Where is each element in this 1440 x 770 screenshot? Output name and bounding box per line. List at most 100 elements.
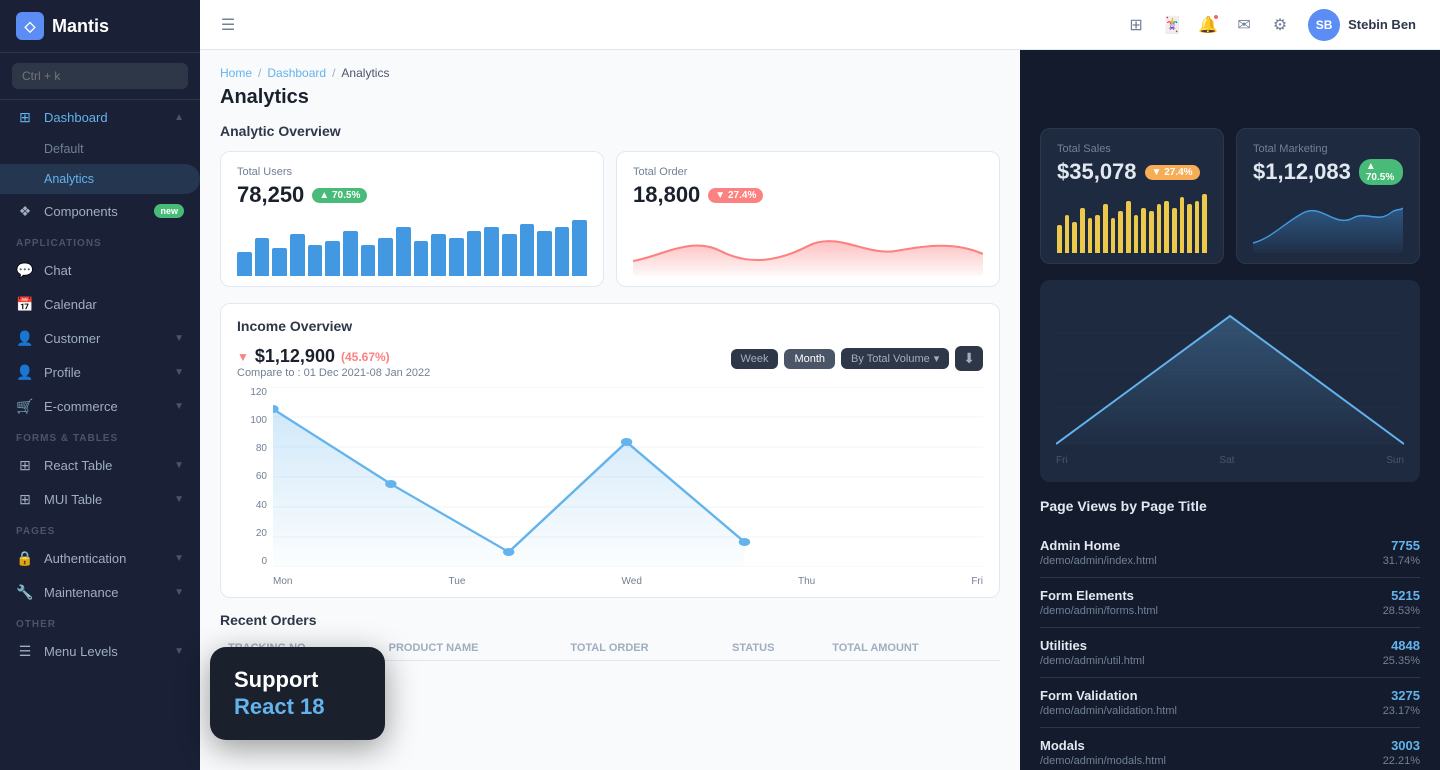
total-order-chart (633, 216, 983, 276)
btn-volume[interactable]: By Total Volume ▾ (841, 348, 949, 369)
total-order-value: 18,800 ▼ 27.4% (633, 182, 983, 208)
sidebar-item-chat[interactable]: 💬 Chat (0, 253, 200, 287)
bar (431, 234, 446, 276)
maintenance-icon: 🔧 (16, 583, 34, 601)
dark-cards-section: Total Sales $35,078 ▼ 27.4% Total Market… (1040, 128, 1420, 264)
sidebar-item-ecommerce[interactable]: 🛒 E-commerce ▼ (0, 389, 200, 423)
dashboard-arrow: ▲ (174, 112, 184, 123)
card-total-order: Total Order 18,800 ▼ 27.4% (616, 151, 1000, 287)
support-popup[interactable]: Support React 18 (210, 647, 385, 740)
sidebar-item-authentication[interactable]: 🔒 Authentication ▼ (0, 541, 200, 575)
sidebar-item-components[interactable]: ❖ Components new (0, 194, 200, 228)
mui-table-arrow: ▼ (174, 494, 184, 505)
page-view-row: Form Validation /demo/admin/validation.h… (1040, 678, 1420, 728)
bar (290, 234, 305, 276)
menu-levels-icon: ☰ (16, 642, 34, 660)
breadcrumb-home[interactable]: Home (220, 66, 252, 80)
income-compare: Compare to : 01 Dec 2021-08 Jan 2022 (237, 367, 430, 379)
bar (1164, 201, 1169, 254)
chart-y-labels: 120 100 80 60 40 20 0 (237, 387, 267, 567)
sidebar-item-maintenance[interactable]: 🔧 Maintenance ▼ (0, 575, 200, 609)
sidebar-item-default[interactable]: Default (0, 134, 200, 164)
income-value: $1,12,900 (255, 346, 335, 367)
total-sales-chart (1057, 193, 1207, 253)
app-logo[interactable]: ◇ Mantis (0, 0, 200, 53)
pv-pct: 31.74% (1383, 555, 1420, 567)
new-badge: new (154, 204, 184, 218)
pv-left: Admin Home /demo/admin/index.html (1040, 538, 1157, 567)
pv-left: Utilities /demo/admin/util.html (1040, 638, 1145, 667)
sidebar-search-area (0, 53, 200, 100)
content-wrapper: Home / Dashboard / Analytics Analytics A… (200, 50, 1440, 770)
topbar-right: ⊞ 🃏 🔔 ✉ ⚙ SB Stebin Ben (1120, 5, 1424, 45)
bar (1103, 204, 1108, 253)
sidebar-item-profile[interactable]: 👤 Profile ▼ (0, 355, 200, 389)
bar (467, 231, 482, 277)
income-header: ▼ $1,12,900 (45.67%) Compare to : 01 Dec… (237, 346, 983, 379)
bar (502, 234, 517, 276)
pv-right: 3275 23.17% (1383, 688, 1420, 717)
logo-icon: ◇ (16, 12, 44, 40)
pv-right: 3003 22.21% (1383, 738, 1420, 767)
bar (1118, 211, 1123, 253)
pv-pct: 28.53% (1383, 605, 1420, 617)
sidebar-item-customer[interactable]: 👤 Customer ▼ (0, 321, 200, 355)
bar (308, 245, 323, 277)
menu-levels-arrow: ▼ (174, 646, 184, 657)
main-area: ☰ ⊞ 🃏 🔔 ✉ ⚙ SB Stebin Ben Home / Dashboa… (200, 0, 1440, 770)
profile-arrow: ▼ (174, 367, 184, 378)
sidebar-item-menu-levels[interactable]: ☰ Menu Levels ▼ (0, 634, 200, 668)
mail-icon[interactable]: ✉ (1228, 9, 1260, 41)
sidebar-item-analytics[interactable]: Analytics (0, 164, 200, 194)
section-pages: Pages (0, 516, 200, 541)
authentication-icon: 🔒 (16, 549, 34, 567)
col-product: PRODUCT NAME (381, 636, 563, 661)
profile-icon: 👤 (16, 363, 34, 381)
bar (449, 238, 464, 277)
breadcrumb-dashboard[interactable]: Dashboard (267, 66, 326, 80)
bar (343, 231, 358, 277)
search-input[interactable] (12, 63, 188, 89)
bar (1134, 215, 1139, 254)
breadcrumb-sep1: / (258, 66, 261, 80)
user-area[interactable]: SB Stebin Ben (1300, 5, 1424, 45)
bar (1172, 208, 1177, 254)
btn-download[interactable]: ⬇ (955, 346, 983, 371)
hamburger-icon[interactable]: ☰ (212, 9, 244, 41)
total-marketing-label: Total Marketing (1253, 143, 1403, 155)
card-total-marketing: Total Marketing $1,12,083 ▲ 70.5% (1236, 128, 1420, 264)
chart-x-labels: Mon Tue Wed Thu Fri (273, 576, 983, 587)
sidebar-item-mui-table[interactable]: ⊞ MUI Table ▼ (0, 482, 200, 516)
chat-icon: 💬 (16, 261, 34, 279)
pv-count: 7755 (1383, 538, 1420, 553)
sidebar-item-dashboard[interactable]: ⊞ Dashboard ▲ (0, 100, 200, 134)
settings-icon[interactable]: ⚙ (1264, 9, 1296, 41)
page-views-list: Admin Home /demo/admin/index.html 7755 3… (1040, 528, 1420, 770)
dark-analytic-cards: Total Sales $35,078 ▼ 27.4% Total Market… (1040, 128, 1420, 264)
sidebar-item-react-table[interactable]: ⊞ React Table ▼ (0, 448, 200, 482)
income-controls: Week Month By Total Volume ▾ ⬇ (731, 346, 983, 371)
bar (361, 245, 376, 277)
bar (325, 241, 340, 276)
income-overview-title: Income Overview (237, 318, 983, 334)
income-stats: ▼ $1,12,900 (45.67%) Compare to : 01 Dec… (237, 346, 430, 379)
bar (272, 248, 287, 276)
react-table-arrow: ▼ (174, 460, 184, 471)
btn-week[interactable]: Week (731, 349, 779, 369)
bar (378, 238, 393, 277)
card-action-icon[interactable]: 🃏 (1156, 9, 1188, 41)
col-total-order: TOTAL ORDER (562, 636, 724, 661)
pv-url: /demo/admin/util.html (1040, 655, 1145, 667)
bell-icon[interactable]: 🔔 (1192, 9, 1224, 41)
sidebar-item-calendar[interactable]: 📅 Calendar (0, 287, 200, 321)
app-name: Mantis (52, 16, 109, 37)
volume-chevron: ▾ (934, 352, 940, 365)
grid-action-icon[interactable]: ⊞ (1120, 9, 1152, 41)
dashboard-icon: ⊞ (16, 108, 34, 126)
btn-month[interactable]: Month (784, 349, 835, 369)
income-stat-row: ▼ $1,12,900 (45.67%) (237, 346, 430, 367)
total-marketing-badge: ▲ 70.5% (1359, 159, 1403, 185)
analytics-label: Analytics (44, 172, 94, 186)
section-applications: Applications (0, 228, 200, 253)
total-marketing-chart (1253, 193, 1403, 253)
